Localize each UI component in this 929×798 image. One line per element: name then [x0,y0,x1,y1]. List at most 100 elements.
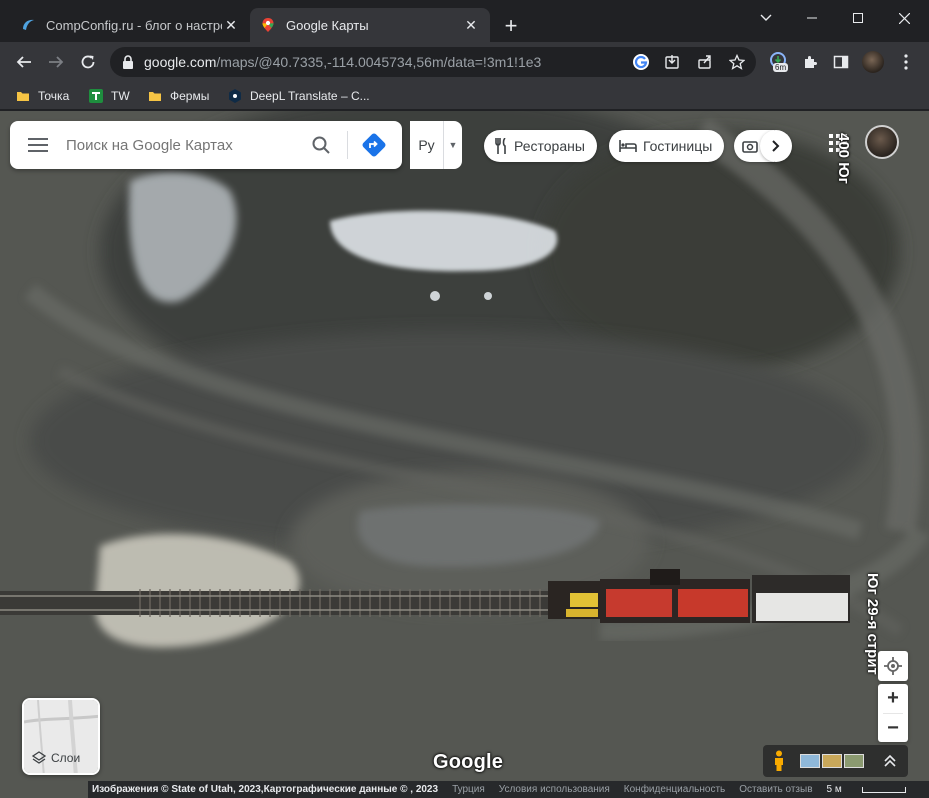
tab-search-button[interactable] [752,6,780,30]
maximize-icon [853,13,863,23]
search-input[interactable] [66,136,301,154]
map-scale[interactable]: 5 м [827,784,920,795]
zoom-control: + − [878,684,908,742]
downloads-button[interactable]: 6m [768,50,792,74]
expand-up-icon[interactable] [884,754,896,768]
layers-button[interactable]: Слои [22,698,100,775]
language-selector[interactable]: Ру ▼ [410,121,462,169]
rail-ties [139,589,541,617]
chrome-menu-button[interactable] [894,50,918,74]
bookmark-label: Точка [38,89,70,103]
layers-label-wrap: Слои [32,751,80,765]
zoom-in-button[interactable]: + [878,684,908,713]
road-label-400-south: 400 Юг [835,133,852,184]
new-tab-button[interactable]: + [498,14,524,40]
terms-link[interactable]: Условия использования [499,784,610,795]
bookmark-label: DeepL Translate – C... [250,89,370,103]
chip-restaurants[interactable]: Рестораны [484,130,597,162]
imagery-attribution: Изображения © State of Utah, 2023,Картог… [92,784,439,795]
layers-label: Слои [51,751,81,765]
country-link[interactable]: Турция [452,784,485,795]
chip-label: Рестораны [514,138,585,154]
bookmark-deepl[interactable]: DeepL Translate – C... [228,86,370,106]
kebab-menu-icon [904,54,908,70]
close-tab-icon[interactable]: ✕ [462,16,480,34]
install-app-icon[interactable] [661,52,683,72]
tab-compconfig[interactable]: CompConfig.ru - блог о настрой ✕ [10,8,250,42]
arrow-left-icon [16,56,31,68]
bookmark-label: Фермы [170,89,210,103]
tab-title: Google Карты [286,17,369,33]
browser-window: CompConfig.ru - блог о настрой ✕ Google … [0,0,929,798]
address-bar[interactable]: google.com/maps/@40.7335,-114.0045734,56… [110,47,756,77]
google-lens-icon[interactable] [630,52,652,72]
minimize-button[interactable] [789,4,835,32]
street-view-bar [763,745,908,777]
chevron-down-icon [760,14,772,21]
menu-button[interactable] [10,121,66,169]
close-icon [898,12,910,24]
profile-avatar[interactable] [861,50,885,74]
imagery-thumb-1[interactable] [800,754,820,768]
pegman-icon[interactable] [772,750,786,772]
url-host: google.com [144,54,217,70]
google-maps-favicon-icon [262,18,274,32]
restaurant-icon [494,138,508,154]
side-panel-button[interactable] [829,50,853,74]
bookmark-fermy[interactable]: Фермы [148,86,209,106]
bookmark-tw[interactable]: TW [89,86,130,106]
maximize-button[interactable] [835,4,881,32]
puzzle-icon [805,56,817,68]
caret-down-icon: ▼ [448,140,458,150]
bookmark-label: TW [111,89,130,103]
account-avatar[interactable] [865,125,899,159]
zoom-out-button[interactable]: − [878,714,908,743]
back-button[interactable] [10,48,38,76]
my-location-icon [884,657,902,675]
reload-button[interactable] [74,48,102,76]
imagery-thumb-3[interactable] [844,754,864,768]
privacy-link[interactable]: Конфиденциальность [624,784,725,795]
hotel-icon [619,140,637,152]
bookmark-tochka[interactable]: Точка [16,86,69,106]
bookmarks-bar: Точка TW Фермы DeepL Translate – C... [0,82,929,110]
maps-search-box[interactable] [10,121,402,169]
lock-icon [123,55,133,69]
search-button[interactable] [301,121,341,169]
directions-button[interactable] [354,121,394,169]
minimize-icon [807,17,817,19]
compconfig-favicon-icon [23,19,34,30]
directions-icon [362,133,386,157]
attribution-bar: Изображения © State of Utah, 2023,Картог… [88,781,929,798]
map-canvas[interactable]: Ру ▼ Рестораны Гостиницы [0,111,929,798]
avatar [862,51,884,73]
forward-button[interactable] [42,48,70,76]
scale-label: 5 м [826,784,842,795]
google-logo: Google [433,751,504,773]
arrow-right-icon [49,56,64,68]
download-badge: 6m [773,63,789,72]
tab-title: CompConfig.ru - блог о настрой [46,17,222,33]
tab-google-maps[interactable]: Google Карты ✕ [250,8,490,42]
my-location-button[interactable] [878,651,908,681]
url-text: google.com/maps/@40.7335,-114.0045734,56… [144,54,541,70]
imagery-thumb-2[interactable] [822,754,842,768]
scale-bar [861,786,906,793]
folder-icon [17,92,29,101]
share-icon[interactable] [694,52,716,72]
browser-toolbar: google.com/maps/@40.7335,-114.0045734,56… [0,42,929,82]
url-path: /maps/@40.7335,-114.0045734,56m/data=!3m… [216,54,542,70]
side-panel-icon [833,55,849,69]
feedback-link[interactable]: Оставить отзыв [739,784,812,795]
close-tab-icon[interactable]: ✕ [222,16,240,34]
close-window-button[interactable] [881,4,927,32]
chip-hotels[interactable]: Гостиницы [609,130,725,162]
layers-icon [32,751,46,764]
deepl-icon [229,89,241,103]
chevron-right-icon [772,140,780,152]
extensions-button[interactable] [798,50,822,74]
bookmark-star-icon[interactable] [726,52,748,72]
chips-scroll-right-button[interactable] [760,130,792,162]
hamburger-menu-icon [28,138,48,152]
reload-icon [81,55,95,69]
